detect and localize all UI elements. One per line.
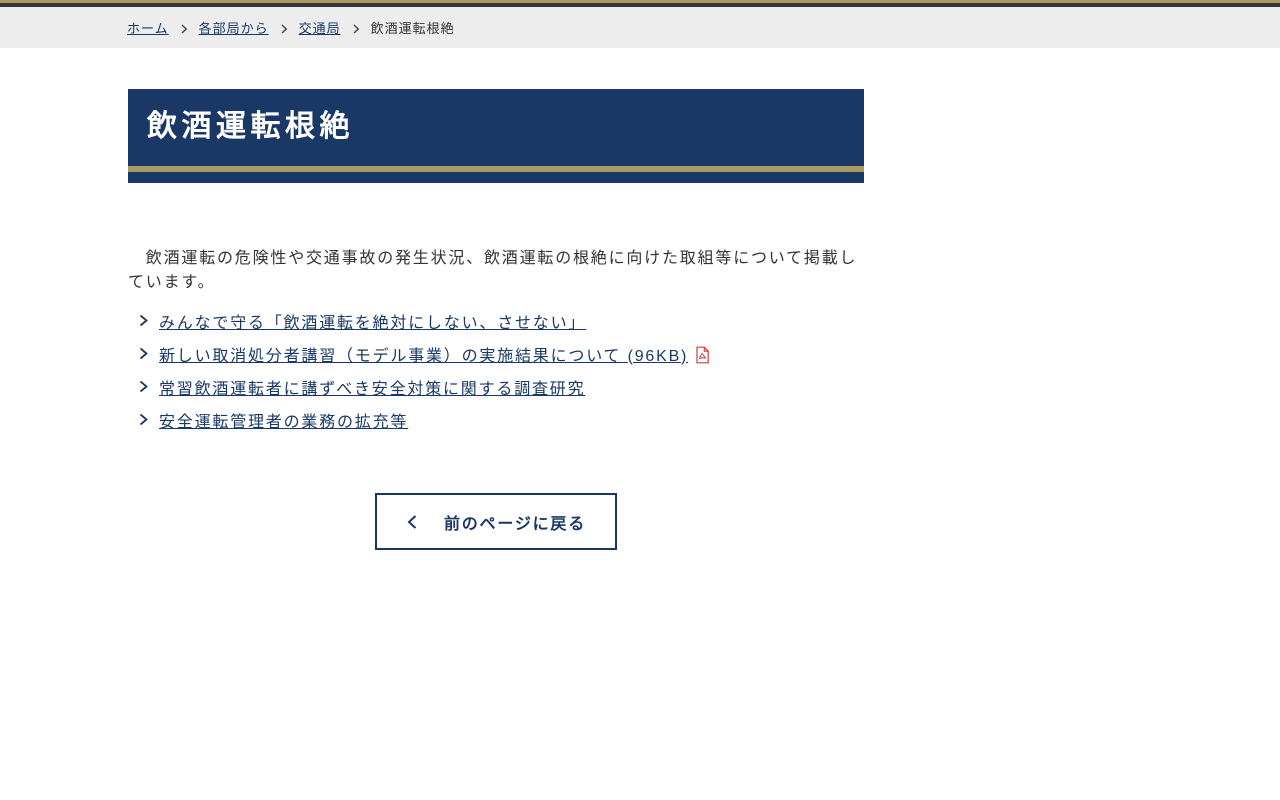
chevron-left-icon xyxy=(406,514,418,530)
breadcrumb: ホーム 各部局から 交通局 飲酒運転根絶 xyxy=(127,18,455,37)
link-minna-de-mamoru[interactable]: みんなで守る「飲酒運転を絶対にしない、させない」 xyxy=(159,309,586,333)
breadcrumb-link-departments[interactable]: 各部局から xyxy=(199,18,269,37)
chevron-right-icon xyxy=(280,23,288,34)
page-title-banner: 飲酒運転根絶 xyxy=(128,89,864,183)
link-josyu-insyu-untensha-chosa[interactable]: 常習飲酒運転者に講ずべき安全対策に関する調査研究 xyxy=(159,375,585,399)
breadcrumb-link-home[interactable]: ホーム xyxy=(127,18,169,37)
page-title: 飲酒運転根絶 xyxy=(147,110,354,143)
chevron-right-icon xyxy=(138,380,149,393)
breadcrumb-link-traffic-bureau[interactable]: 交通局 xyxy=(299,18,341,37)
pdf-icon[interactable] xyxy=(695,346,710,364)
link-anzen-unten-kanrisha[interactable]: 安全運転管理者の業務の拡充等 xyxy=(159,408,408,432)
back-button-label: 前のページに戻る xyxy=(443,515,587,533)
banner-gold-stripe xyxy=(128,166,864,172)
intro-paragraph: 飲酒運転の危険性や交通事故の発生状況、飲酒運転の根絶に向けた取組等について掲載し… xyxy=(128,250,858,291)
chevron-right-icon xyxy=(352,23,360,34)
list-item: 安全運転管理者の業務の拡充等 xyxy=(128,408,864,432)
list-item: 常習飲酒運転者に講ずべき安全対策に関する調査研究 xyxy=(128,375,864,399)
chevron-right-icon xyxy=(138,314,149,327)
list-item: みんなで守る「飲酒運転を絶対にしない、させない」 xyxy=(128,309,864,333)
breadcrumb-band: ホーム 各部局から 交通局 飲酒運転根絶 xyxy=(0,7,1280,48)
main-content: 飲酒運転根絶 飲酒運転の危険性や交通事故の発生状況、飲酒運転の根絶に向けた取組等… xyxy=(128,89,864,550)
chevron-right-icon xyxy=(138,413,149,426)
list-item: 新しい取消処分者講習（モデル事業）の実施結果について (96KB) xyxy=(128,342,864,366)
back-to-previous-page-button[interactable]: 前のページに戻る xyxy=(375,493,617,550)
chevron-right-icon xyxy=(138,347,149,360)
content-link-list: みんなで守る「飲酒運転を絶対にしない、させない」 新しい取消処分者講習（モデル事… xyxy=(128,309,864,432)
breadcrumb-current-page: 飲酒運転根絶 xyxy=(370,21,455,36)
chevron-right-icon xyxy=(180,23,188,34)
link-torikeshi-shobunsha-kosyu[interactable]: 新しい取消処分者講習（モデル事業）の実施結果について (96KB) xyxy=(159,342,688,366)
